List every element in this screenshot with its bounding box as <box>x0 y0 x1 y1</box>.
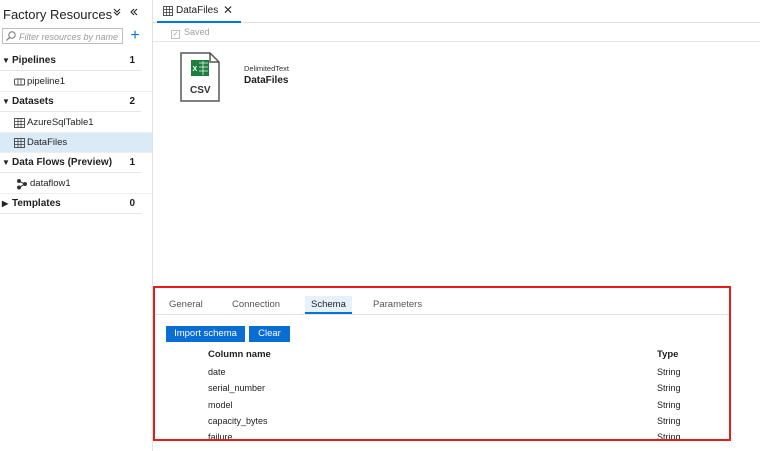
table-icon <box>14 118 25 128</box>
saved-indicator: ✓ Saved <box>171 27 210 39</box>
dataflow-icon <box>17 179 27 190</box>
sidebar-title: Factory Resources <box>3 7 113 22</box>
type-cell: String <box>657 432 681 441</box>
double-chevron-down-icon[interactable] <box>110 6 124 22</box>
tab-datafiles[interactable]: DataFiles ✕ <box>157 0 241 23</box>
section-datasets[interactable]: ▼ Datasets 2 <box>0 92 141 112</box>
close-icon[interactable]: ✕ <box>223 3 233 17</box>
properties-panel: General Connection Schema Parameters Imp… <box>153 286 731 441</box>
type-header: Type <box>657 349 679 360</box>
caret-down-icon: ▼ <box>2 158 10 167</box>
item-label: AzureSqlTable1 <box>27 117 94 128</box>
search-input[interactable] <box>19 30 121 43</box>
table-row: date String <box>155 364 729 380</box>
pipeline-icon <box>14 78 25 86</box>
column-name-cell: date <box>208 367 226 377</box>
section-label: Templates <box>12 198 61 209</box>
sidebar-item-azuresqltable1[interactable]: AzureSqlTable1 <box>0 113 152 133</box>
type-cell: String <box>657 367 681 377</box>
section-templates[interactable]: ▶ Templates 0 <box>0 194 141 214</box>
table-icon <box>14 138 25 148</box>
table-row: capacity_bytes String <box>155 413 729 429</box>
editor-tab-bar: DataFiles ✕ <box>153 0 760 23</box>
section-count: 1 <box>129 157 135 168</box>
column-name-cell: capacity_bytes <box>208 416 268 426</box>
type-cell: String <box>657 383 681 393</box>
item-label: dataflow1 <box>30 178 71 189</box>
sidebar-item-dataflow1[interactable]: dataflow1 <box>0 174 152 194</box>
table-row: model String <box>155 397 729 413</box>
type-cell: String <box>657 416 681 426</box>
svg-text:X: X <box>193 66 198 73</box>
clear-button[interactable]: Clear <box>249 326 290 342</box>
plus-icon[interactable]: + <box>128 27 142 45</box>
search-box <box>2 28 123 44</box>
caret-right-icon: ▶ <box>2 199 9 208</box>
tab-schema[interactable]: Schema <box>305 296 352 314</box>
caret-down-icon: ▼ <box>2 97 10 106</box>
section-count: 2 <box>129 96 135 107</box>
tab-label: DataFiles <box>176 5 219 16</box>
type-cell: String <box>657 400 681 410</box>
factory-resources-sidebar: Factory Resources + ▼ Pipelines 1 pipeli… <box>0 0 153 451</box>
section-count: 1 <box>129 55 135 66</box>
tab-connection[interactable]: Connection <box>232 296 280 314</box>
csv-file-icon: X CSV <box>180 52 220 102</box>
caret-down-icon: ▼ <box>2 56 10 65</box>
tab-parameters[interactable]: Parameters <box>373 296 422 314</box>
column-name-cell: serial_number <box>208 383 266 393</box>
dataset-type: DelimitedText <box>244 64 290 73</box>
section-label: Pipelines <box>12 55 56 66</box>
tab-general[interactable]: General <box>169 296 203 314</box>
import-schema-button[interactable]: Import schema <box>166 326 245 342</box>
section-count: 0 <box>129 198 135 209</box>
dataset-name: DataFiles <box>244 75 289 86</box>
tab-divider <box>155 314 729 315</box>
table-row: failure String <box>155 429 729 441</box>
app-root: Factory Resources + ▼ Pipelines 1 pipeli… <box>0 0 760 451</box>
item-label: DataFiles <box>27 137 68 148</box>
csv-icon-text: CSV <box>190 85 211 96</box>
column-name-cell: model <box>208 400 233 410</box>
table-row: serial_number String <box>155 380 729 396</box>
table-icon <box>163 6 173 16</box>
search-icon <box>6 31 16 41</box>
column-name-cell: failure <box>208 432 233 441</box>
check-icon: ✓ <box>171 30 180 39</box>
sidebar-item-pipeline1[interactable]: pipeline1 <box>0 72 152 92</box>
sidebar-item-datafiles[interactable]: DataFiles <box>0 133 152 153</box>
double-chevron-left-icon[interactable] <box>127 6 141 22</box>
saved-label: Saved <box>184 27 210 37</box>
section-data-flows[interactable]: ▼ Data Flows (Preview) 1 <box>0 153 141 173</box>
toolbar-divider <box>153 41 760 42</box>
section-pipelines[interactable]: ▼ Pipelines 1 <box>0 51 141 71</box>
section-label: Data Flows (Preview) <box>12 157 113 168</box>
item-label: pipeline1 <box>27 76 66 87</box>
section-label: Datasets <box>12 96 54 107</box>
column-name-header: Column name <box>208 349 271 360</box>
